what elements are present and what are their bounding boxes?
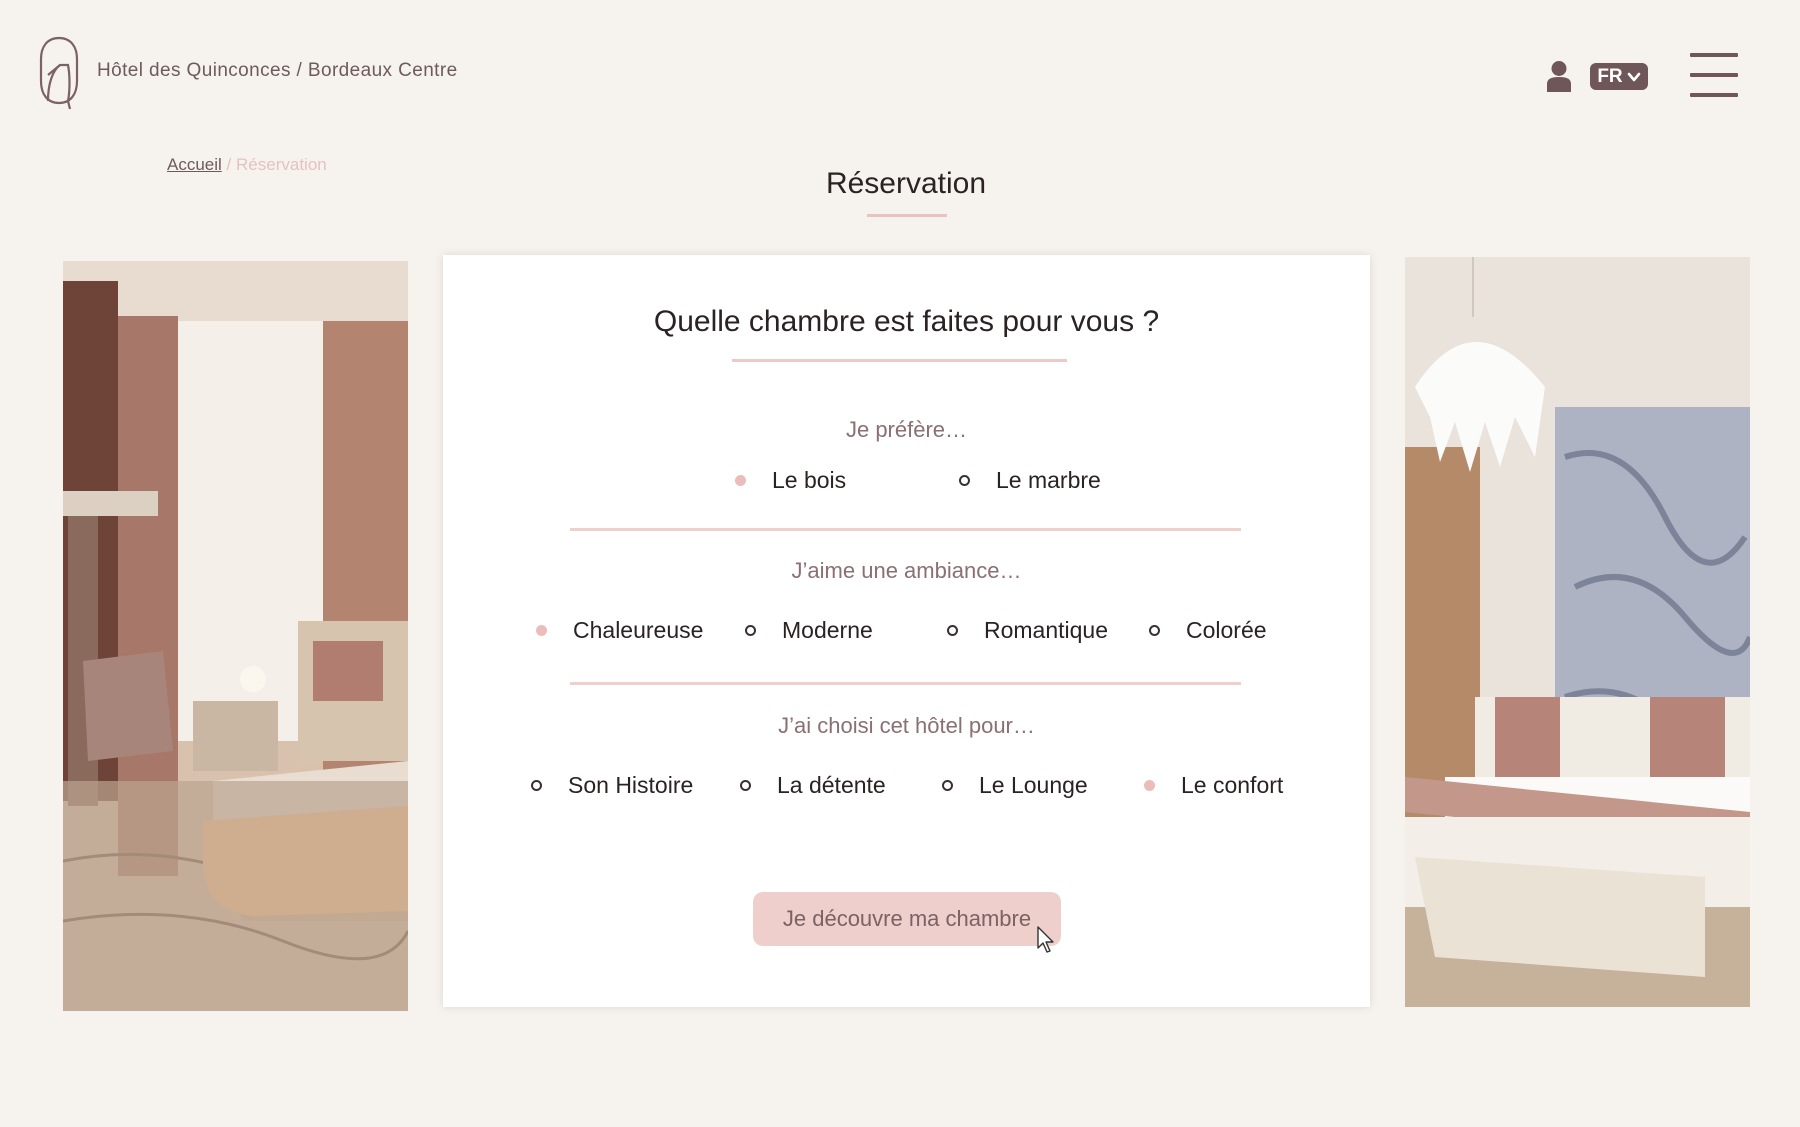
option-label: Le confort [1181, 772, 1284, 798]
option-label: Colorée [1186, 617, 1267, 643]
option-la-detente[interactable]: La détente [740, 772, 886, 799]
option-romantique[interactable]: Romantique [947, 617, 1108, 644]
option-label: Le bois [772, 467, 847, 493]
radio-unselected-icon[interactable] [947, 625, 958, 636]
section-divider [570, 682, 1241, 685]
cursor-icon [1037, 926, 1054, 953]
hamburger-menu-icon[interactable] [1690, 53, 1738, 97]
option-label: La détente [777, 772, 886, 798]
discover-room-button[interactable]: Je découvre ma chambre [753, 892, 1061, 946]
user-icon[interactable] [1546, 60, 1572, 92]
radio-selected-icon[interactable] [1144, 780, 1155, 791]
option-label: Moderne [782, 617, 873, 643]
brand-name[interactable]: Hôtel des Quinconces / Bordeaux Centre [97, 60, 458, 82]
hotel-logo-icon[interactable] [38, 35, 80, 111]
title-underline [867, 214, 947, 217]
option-label: Son Histoire [568, 772, 694, 798]
room-photo-classic [63, 261, 408, 1011]
option-label: Chaleureuse [573, 617, 704, 643]
quiz-title: Quelle chambre est faites pour vous ? [653, 305, 1160, 338]
radio-unselected-icon[interactable] [531, 780, 542, 791]
option-moderne[interactable]: Moderne [745, 617, 873, 644]
option-label: Le marbre [996, 467, 1101, 493]
page-title: Réservation [825, 167, 987, 200]
radio-unselected-icon[interactable] [1149, 625, 1160, 636]
option-label: Le Lounge [979, 772, 1088, 798]
group-label-reason: J’ai choisi cet hôtel pour… [778, 713, 1035, 738]
radio-unselected-icon[interactable] [740, 780, 751, 791]
group-label-ambiance: J’aime une ambiance… [791, 558, 1022, 583]
option-chaleureuse[interactable]: Chaleureuse [536, 617, 703, 644]
option-le-bois[interactable]: Le bois [735, 467, 846, 494]
option-coloree[interactable]: Colorée [1149, 617, 1267, 644]
radio-selected-icon[interactable] [536, 625, 547, 636]
option-le-lounge[interactable]: Le Lounge [942, 772, 1088, 799]
option-le-confort[interactable]: Le confort [1144, 772, 1283, 799]
room-quiz-card: Quelle chambre est faites pour vous ? Je… [443, 255, 1370, 1007]
radio-unselected-icon[interactable] [942, 780, 953, 791]
language-label: FR [1597, 65, 1623, 87]
section-divider [570, 528, 1241, 531]
radio-unselected-icon[interactable] [745, 625, 756, 636]
language-selector[interactable]: FR [1590, 63, 1648, 90]
quiz-title-underline [732, 359, 1067, 362]
option-son-histoire[interactable]: Son Histoire [531, 772, 693, 799]
room-photo-modern [1405, 257, 1750, 1007]
option-le-marbre[interactable]: Le marbre [959, 467, 1101, 494]
chevron-down-icon [1627, 72, 1640, 81]
group-label-preference: Je préfère… [845, 417, 968, 442]
option-label: Romantique [984, 617, 1109, 643]
radio-selected-icon[interactable] [735, 475, 746, 486]
radio-unselected-icon[interactable] [959, 475, 970, 486]
